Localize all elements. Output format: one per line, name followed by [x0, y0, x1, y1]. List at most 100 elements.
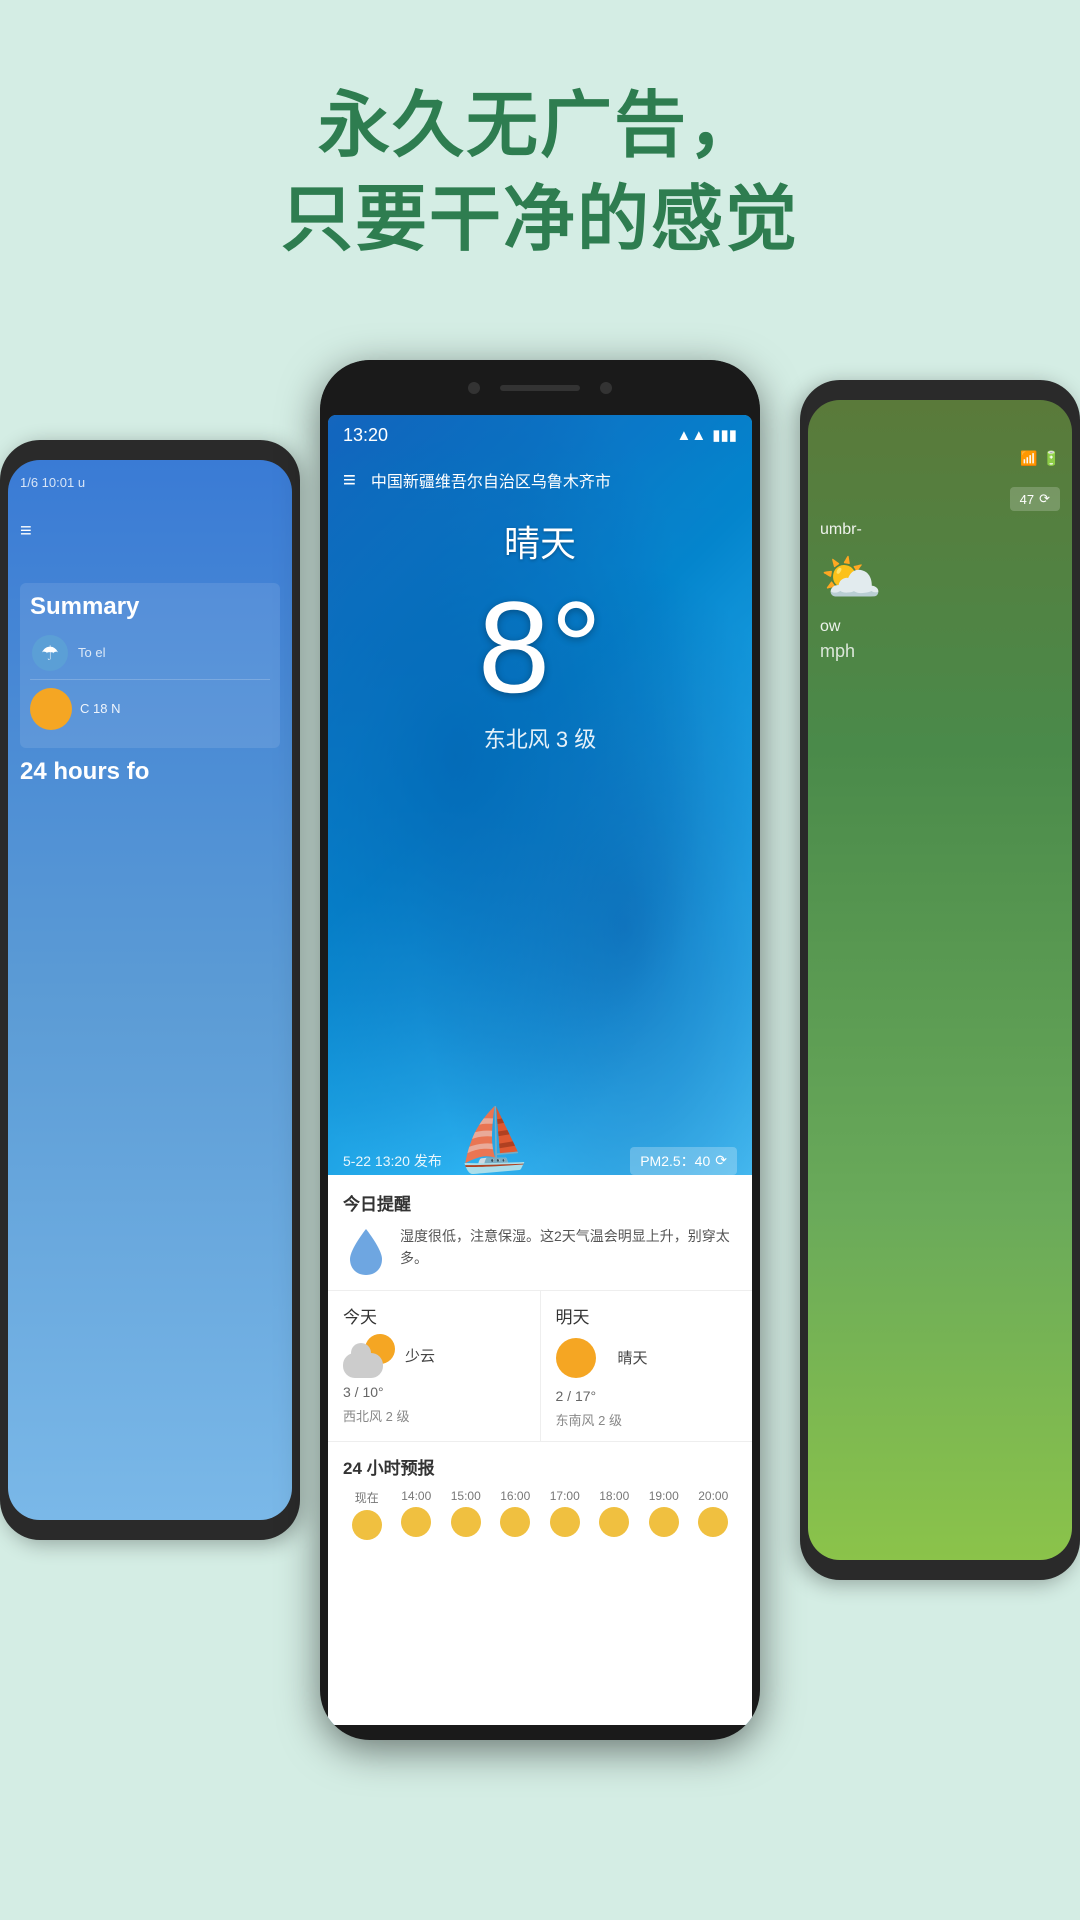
tomorrow-wind: 东南风 2 级 [556, 1410, 738, 1429]
hours-title: 24 小时预报 [343, 1454, 737, 1479]
hour-item-14: 14:00 [393, 1489, 441, 1540]
today-condition: 少云 [405, 1345, 435, 1366]
phone-right-screen: 📶 🔋 47 ⟳ umbr- ⛅ ow mph [808, 400, 1072, 1560]
sun-icon-container [556, 1334, 608, 1382]
left-24h-label: 24 hours fo [20, 758, 280, 786]
today-condition-text: 少云 [405, 1345, 435, 1366]
right-cloud-icon: ⛅ [820, 549, 1060, 608]
phone-center: 13:20 ▲▲ ▮▮▮ ≡ 中国新疆维吾尔自治区乌鲁木齐市 晴天 8° 东北风… [320, 360, 760, 1740]
hour-icon-14 [401, 1507, 431, 1537]
sun-circle [556, 1338, 596, 1378]
weather-condition: 晴天 [328, 515, 752, 567]
left-today-text: C 18 N [80, 699, 120, 719]
hour-icon-19 [649, 1507, 679, 1537]
hour-time-14: 14:00 [393, 1489, 441, 1503]
phone-left-screen: 1/6 10:01 u ≡ Summary ☂ To el [8, 460, 292, 1520]
reminder-content: 湿度很低，注意保湿。这2天气温会明显上升，别穿太多。 [343, 1225, 737, 1280]
left-umbrella-text: To el [78, 644, 105, 662]
tomorrow-forecast: 明天 晴天 2 / 17° 东南风 2 [541, 1291, 753, 1441]
status-bar: 13:20 ▲▲ ▮▮▮ [328, 415, 752, 455]
forecast-row: 今天 少云 3 / 10° [328, 1291, 752, 1442]
hours-section: 24 小时预报 现在 14:00 [328, 1442, 752, 1548]
reminder-text: 湿度很低，注意保湿。这2天气温会明显上升，别穿太多。 [400, 1225, 737, 1270]
publish-time: 5-22 13:20 发布 [343, 1151, 442, 1171]
right-label1: umbr- [820, 521, 1060, 539]
hour-time-17: 17:00 [541, 1489, 589, 1503]
right-pm-badge: 47 ⟳ [1010, 487, 1060, 511]
hour-icon-16 [500, 1507, 530, 1537]
phones-container: 1/6 10:01 u ≡ Summary ☂ To el [0, 360, 1080, 1920]
left-phone-data: 1/6 10:01 u ≡ Summary ☂ To el [8, 460, 292, 801]
hour-item-18: 18:00 [591, 1489, 639, 1540]
status-icons: ▲▲ ▮▮▮ [677, 426, 737, 444]
hour-item-16: 16:00 [492, 1489, 540, 1540]
status-time: 13:20 [343, 425, 388, 446]
hour-item-17: 17:00 [541, 1489, 589, 1540]
hour-time-15: 15:00 [442, 1489, 490, 1503]
hamburger-menu-icon[interactable]: ≡ [343, 467, 356, 493]
tomorrow-condition: 晴天 [618, 1347, 648, 1368]
hour-item-20: 20:00 [690, 1489, 738, 1540]
weather-wind: 东北风 3 级 [328, 722, 752, 754]
hour-icon-17 [550, 1507, 580, 1537]
weather-background: 13:20 ▲▲ ▮▮▮ ≡ 中国新疆维吾尔自治区乌鲁木齐市 晴天 8° 东北风… [328, 415, 752, 1725]
hour-icon-20 [698, 1507, 728, 1537]
right-wifi-icon: 📶 [1020, 450, 1037, 467]
svg-text:☂: ☂ [41, 643, 59, 665]
hour-icon-18 [599, 1507, 629, 1537]
tomorrow-condition-text: 晴天 [618, 1347, 648, 1368]
umbrella-icon: ☂ [30, 633, 70, 673]
hour-icon-now [352, 1510, 382, 1540]
reminder-section: 今日提醒 湿度很低，注意保湿。这2天气温会明显上升，别穿太多。 [328, 1175, 752, 1291]
tagline-section: 永久无广告， 只要干净的感觉 [0, 80, 1080, 267]
location-text: 中国新疆维吾尔自治区乌鲁木齐市 [371, 468, 611, 492]
left-status-text: 1/6 10:01 u [20, 475, 85, 490]
tagline-line1: 永久无广告， [0, 80, 1080, 174]
right-phone-content: 📶 🔋 47 ⟳ umbr- ⛅ ow mph [808, 400, 1072, 677]
tomorrow-temp: 2 / 17° [556, 1388, 738, 1404]
reminder-title: 今日提醒 [343, 1190, 737, 1215]
wifi-icon: ▲▲ [677, 427, 707, 444]
left-sun-icon [30, 688, 72, 730]
bottom-info-bar: 5-22 13:20 发布 PM2.5：40 ⟳ [338, 1147, 742, 1175]
right-label2: ow [820, 618, 1060, 636]
left-umbrella-row: ☂ To el [30, 627, 270, 680]
phone-left: 1/6 10:01 u ≡ Summary ☂ To el [0, 440, 300, 1540]
hour-time-20: 20:00 [690, 1489, 738, 1503]
right-status-icons: 📶 🔋 [820, 450, 1060, 467]
speaker-bar [500, 385, 580, 391]
hour-item-now: 现在 [343, 1489, 391, 1540]
right-mph-label: mph [820, 641, 1060, 662]
hour-time-18: 18:00 [591, 1489, 639, 1503]
today-forecast: 今天 少云 3 / 10° [328, 1291, 541, 1441]
battery-icon: ▮▮▮ [712, 426, 737, 444]
hours-row: 现在 14:00 15:00 [343, 1489, 737, 1540]
top-nav[interactable]: ≡ 中国新疆维吾尔自治区乌鲁木齐市 [328, 455, 752, 505]
water-drop-icon [343, 1225, 388, 1280]
hour-time-now: 现在 [343, 1489, 391, 1506]
phone-right: 📶 🔋 47 ⟳ umbr- ⛅ ow mph [800, 380, 1080, 1580]
drop-svg [346, 1227, 386, 1277]
left-today-row: C 18 N [30, 680, 270, 738]
weather-temperature: 8° [328, 582, 752, 712]
tagline-line2: 只要干净的感觉 [0, 174, 1080, 268]
hour-time-19: 19:00 [640, 1489, 688, 1503]
today-label: 今天 [343, 1303, 525, 1328]
hour-item-19: 19:00 [640, 1489, 688, 1540]
today-wind: 西北风 2 级 [343, 1406, 525, 1425]
weather-main: 晴天 8° 东北风 3 级 [328, 515, 752, 754]
tomorrow-icon-row: 晴天 [556, 1334, 738, 1382]
pm-badge: PM2.5：40 ⟳ [630, 1147, 737, 1175]
right-pm-value: 47 [1020, 492, 1034, 507]
partly-cloudy-icon [343, 1334, 395, 1378]
hour-icon-15 [451, 1507, 481, 1537]
right-pm-icon: ⟳ [1039, 491, 1050, 507]
refresh-icon: ⟳ [715, 1152, 727, 1169]
right-battery-icon: 🔋 [1043, 450, 1060, 467]
left-summary-box: Summary ☂ To el C 18 N [20, 583, 280, 748]
camera-sensor [468, 382, 480, 394]
phone-top-bezel [320, 360, 760, 415]
pc-cloud [343, 1353, 383, 1378]
today-temp: 3 / 10° [343, 1384, 525, 1400]
today-icon-row: 少云 [343, 1334, 525, 1378]
